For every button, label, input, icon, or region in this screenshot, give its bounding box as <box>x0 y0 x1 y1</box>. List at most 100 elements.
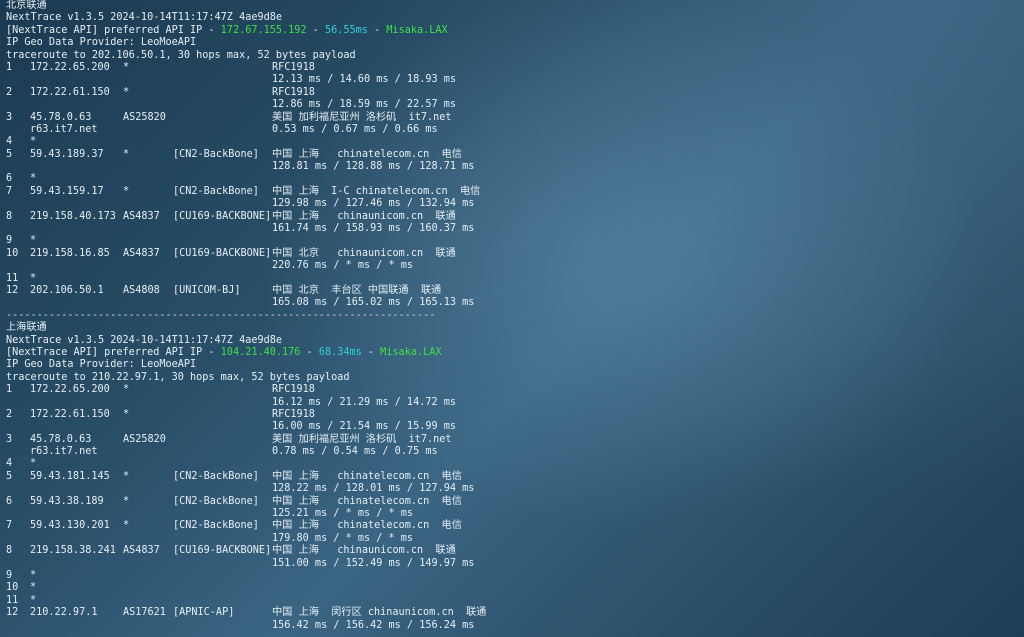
traceroute-line: traceroute to 210.22.97.1, 30 hops max, … <box>6 372 1016 384</box>
hop-detail-row: 151.00 ms / 152.49 ms / 149.97 ms <box>6 558 1016 570</box>
hop-geo: RFC1918 <box>272 61 315 73</box>
hop-rtt: 151.00 ms / 152.49 ms / 149.97 ms <box>272 557 475 569</box>
geo-provider-text: IP Geo Data Provider: LeoMoeAPI <box>6 359 197 371</box>
hop-row: 2 172.22.61.150 * RFC1918 <box>6 409 1016 421</box>
section-title: 北京联通 <box>6 0 1016 12</box>
hop-geo: 中国 上海 I-C chinatelecom.cn 电信 <box>272 185 481 197</box>
hop-asn: * <box>123 61 130 73</box>
hop-rtt: 16.00 ms / 21.54 ms / 15.99 ms <box>272 421 457 433</box>
hop-detail-row: 128.81 ms / 128.88 ms / 128.71 ms <box>6 161 1016 173</box>
hop-number: 1 <box>6 384 13 396</box>
hop-rtt: 12.86 ms / 18.59 ms / 22.57 ms <box>272 99 457 111</box>
hop-geo: 美国 加利福尼亚州 洛杉矶 it7.net <box>272 433 452 445</box>
section-title-text: 上海联通 <box>6 322 47 334</box>
hop-number: 10 <box>6 582 19 594</box>
hop-number: 7 <box>6 185 13 197</box>
hop-tag: [CN2-BackBone] <box>173 148 259 160</box>
api-node: Misaka.LAX <box>386 24 448 36</box>
hop-asn: AS17621 <box>123 607 166 619</box>
hop-geo: 中国 上海 chinaunicom.cn 联通 <box>272 545 456 557</box>
hop-tag: [CU169-BACKBONE] <box>173 545 272 557</box>
hop-geo: RFC1918 <box>272 384 315 396</box>
geo-provider-line: IP Geo Data Provider: LeoMoeAPI <box>6 37 1016 49</box>
hop-ip: * <box>30 235 37 247</box>
section-title: 上海联通 <box>6 322 1016 334</box>
hop-number: 4 <box>6 136 13 148</box>
hop-rtt: 220.76 ms / * ms / * ms <box>272 260 414 272</box>
hop-ip: * <box>30 272 37 284</box>
traceroute-text: traceroute to 210.22.97.1, 30 hops max, … <box>6 371 350 383</box>
hop-row: 1 172.22.65.200 * RFC1918 <box>6 62 1016 74</box>
hop-asn: * <box>123 408 130 420</box>
hop-asn: AS4837 <box>123 210 160 222</box>
hop-ip: 59.43.159.17 <box>30 185 104 197</box>
hop-rtt: 12.13 ms / 14.60 ms / 18.93 ms <box>272 74 457 86</box>
version-line: NextTrace v1.3.5 2024-10-14T11:17:47Z 4a… <box>6 335 1016 347</box>
hop-row: 10 219.158.16.85 AS4837 [CU169-BACKBONE] 中国 … <box>6 248 1016 260</box>
hop-ip: 202.106.50.1 <box>30 284 104 296</box>
hop-detail-row: 220.76 ms / * ms / * ms <box>6 260 1016 272</box>
hop-ip: 219.158.16.85 <box>30 247 110 259</box>
hop-number: 5 <box>6 148 13 160</box>
hop-geo: 中国 上海 chinatelecom.cn 电信 <box>272 495 462 507</box>
hop-number: 9 <box>6 235 13 247</box>
hop-geo: 中国 北京 丰台区 中国联通 联通 <box>272 284 442 296</box>
hop-geo: 中国 上海 chinatelecom.cn 电信 <box>272 470 462 482</box>
hop-tag: [CU169-BACKBONE] <box>173 210 272 222</box>
hop-rtt: 125.21 ms / * ms / * ms <box>272 508 414 520</box>
hop-geo: 中国 上海 闵行区 chinaunicom.cn 联通 <box>272 607 487 619</box>
terminal-output[interactable]: 北京联通 NextTrace v1.3.5 2024-10-14T11:17:47… <box>6 0 1016 637</box>
hop-detail-row: 128.22 ms / 128.01 ms / 127.94 ms <box>6 483 1016 495</box>
hop-ip: 59.43.38.189 <box>30 495 104 507</box>
hop-detail-row: r63.it7.net 0.78 ms / 0.54 ms / 0.75 ms <box>6 446 1016 458</box>
hop-ip: * <box>30 173 37 185</box>
hop-rtt: 179.80 ms / * ms / * ms <box>272 532 414 544</box>
hop-row: 9 * <box>6 235 1016 247</box>
hop-number: 1 <box>6 61 13 73</box>
hop-ip: * <box>30 136 37 148</box>
traceroute-line: traceroute to 202.106.50.1, 30 hops max,… <box>6 50 1016 62</box>
hop-row: 11 * <box>6 595 1016 607</box>
hop-row: 5 59.43.181.145 * [CN2-BackBone] 中国 上海 china… <box>6 471 1016 483</box>
separator-line: ----------------------------------------… <box>6 310 1016 322</box>
hop-tag: [APNIC-AP] <box>173 607 235 619</box>
hop-hostname: r63.it7.net <box>30 123 98 135</box>
hop-row: 6 59.43.38.189 * [CN2-BackBone] 中国 上海 chinat… <box>6 496 1016 508</box>
api-ip: 172.67.155.192 <box>220 24 307 36</box>
version-line: NextTrace v1.3.5 2024-10-14T11:17:47Z 4a… <box>6 12 1016 24</box>
hop-tag: [CN2-BackBone] <box>173 470 259 482</box>
hop-number: 3 <box>6 111 13 123</box>
hop-ip: 45.78.0.63 <box>30 111 92 123</box>
hop-ip: 172.22.61.150 <box>30 86 110 98</box>
hop-detail-row: 16.12 ms / 21.29 ms / 14.72 ms <box>6 397 1016 409</box>
version-text: NextTrace v1.3.5 2024-10-14T11:17:47Z 4a… <box>6 12 283 24</box>
hop-asn: AS4837 <box>123 545 160 557</box>
hop-detail-row: 156.42 ms / 156.42 ms / 156.24 ms <box>6 620 1016 632</box>
geo-provider-text: IP Geo Data Provider: LeoMoeAPI <box>6 37 197 49</box>
hop-geo: RFC1918 <box>272 408 315 420</box>
hop-row: 12 202.106.50.1 AS4808 [UNICOM-BJ] 中国 北京 丰台区… <box>6 285 1016 297</box>
hop-asn: * <box>123 495 130 507</box>
hop-rtt: 129.98 ms / 127.46 ms / 132.94 ms <box>272 198 475 210</box>
hop-number: 8 <box>6 545 13 557</box>
hop-ip: * <box>30 582 37 594</box>
hop-row: 2 172.22.61.150 * RFC1918 <box>6 87 1016 99</box>
hop-ip: 59.43.130.201 <box>30 520 110 532</box>
hop-rtt: 161.74 ms / 158.93 ms / 160.37 ms <box>272 223 475 235</box>
hop-ip: 210.22.97.1 <box>30 607 98 619</box>
hop-ip: * <box>30 594 37 606</box>
hop-detail-row: 129.98 ms / 127.46 ms / 132.94 ms <box>6 198 1016 210</box>
hop-ip: 219.158.38.241 <box>30 545 116 557</box>
hop-row: 10 * <box>6 582 1016 594</box>
hop-asn: * <box>123 86 130 98</box>
api-dash: - <box>306 24 325 36</box>
hop-rtt: 128.22 ms / 128.01 ms / 127.94 ms <box>272 483 475 495</box>
hop-ip: 219.158.40.173 <box>30 210 116 222</box>
hop-asn: * <box>123 148 130 160</box>
hop-number: 11 <box>6 594 19 606</box>
hop-tag: [CU169-BACKBONE] <box>173 247 272 259</box>
hop-rtt: 0.53 ms / 0.67 ms / 0.66 ms <box>272 123 438 135</box>
api-latency: 56.55ms <box>324 24 368 36</box>
hop-ip: 59.43.189.37 <box>30 148 104 160</box>
hop-row: 9 * <box>6 570 1016 582</box>
